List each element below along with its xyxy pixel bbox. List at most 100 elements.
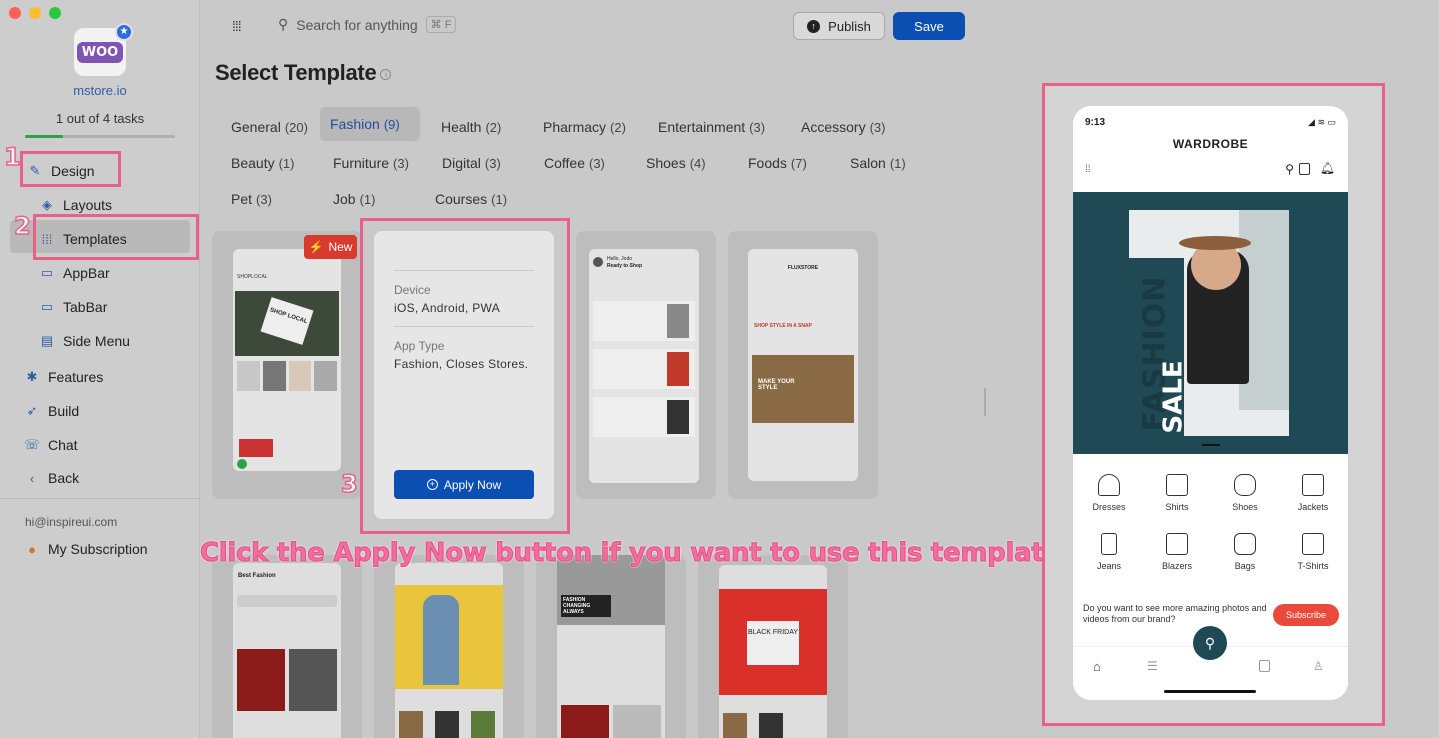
category-label: Digital xyxy=(442,155,481,171)
category-tshirts[interactable]: T-Shirts xyxy=(1283,533,1343,571)
hero-banner[interactable]: FASHION SALE xyxy=(1073,192,1348,454)
my-subscription-link[interactable]: ● My Subscription xyxy=(24,541,148,557)
status-time: 9:13 xyxy=(1085,117,1106,128)
panel-resize-handle[interactable] xyxy=(984,388,986,416)
category-furniture[interactable]: Furniture (3) xyxy=(323,149,419,177)
publish-label: Publish xyxy=(828,18,871,34)
category-label: Beauty xyxy=(231,155,275,171)
search-fab[interactable]: ⚲ xyxy=(1193,626,1227,660)
category-label: General xyxy=(231,119,281,135)
tasks-progress-bar xyxy=(25,135,175,138)
promo-text: Do you want to see more amazing photos a… xyxy=(1083,603,1267,624)
template-card-best-fashion[interactable]: Best Fashion xyxy=(212,555,362,738)
sidebar-item-back[interactable]: ‹ Back xyxy=(24,470,79,486)
bell-icon[interactable]: 🔔︎ xyxy=(1320,161,1335,175)
category-foods[interactable]: Foods (7) xyxy=(738,149,817,177)
window-controls xyxy=(9,7,61,19)
category-shoes[interactable]: Shoes xyxy=(1215,474,1275,512)
store-name[interactable]: mstore.io xyxy=(0,83,200,98)
template-card-shoplocal[interactable]: SHOPLOCAL SHOP LOCAL xyxy=(212,231,362,499)
category-count: (3) xyxy=(869,120,886,135)
template-brand: FLUXSTORE xyxy=(787,265,819,271)
category-count: (3) xyxy=(393,156,409,171)
template-greeting: Hello, Jodo Ready to Shop xyxy=(607,256,643,269)
zoom-window-button[interactable] xyxy=(49,7,61,19)
step-3-number: 3 xyxy=(340,469,358,499)
store-logo[interactable]: WOO ★ xyxy=(74,23,133,76)
template-card-black-friday[interactable]: BLACK FRIDAY xyxy=(698,555,848,738)
sidebar-item-layouts[interactable]: ◈ Layouts xyxy=(39,197,112,213)
shirt-icon xyxy=(1166,474,1188,496)
sidebar-item-features[interactable]: ✱ Features xyxy=(24,369,104,385)
category-pharmacy[interactable]: Pharmacy (2) xyxy=(533,113,636,141)
apps-grid-icon[interactable]: ⁞⁞⁞ xyxy=(232,18,242,34)
sidebar-item-tabbar[interactable]: ▭ TabBar xyxy=(39,299,108,315)
home-tab-icon[interactable]: ⌂ xyxy=(1093,659,1101,674)
minimize-window-button[interactable] xyxy=(29,7,41,19)
category-label: Salon xyxy=(850,155,886,171)
template-heading: SHOP STYLE IN A SNAP xyxy=(754,323,812,329)
category-jeans[interactable]: Jeans xyxy=(1079,533,1139,571)
menu-grid-icon[interactable]: ⁞⁞ xyxy=(1085,164,1091,175)
sidebar-item-side-menu[interactable]: ▤ Side Menu xyxy=(39,333,130,349)
category-accessory[interactable]: Accessory (3) xyxy=(791,113,895,141)
home-indicator xyxy=(1164,690,1256,693)
category-general[interactable]: General (20) xyxy=(221,113,318,141)
template-preview: Hello, Jodo Ready to Shop xyxy=(589,249,699,483)
category-pet[interactable]: Pet (3) xyxy=(221,185,282,213)
template-sale-sign: BLACK FRIDAY xyxy=(747,621,799,665)
step-2-highlight xyxy=(33,214,199,260)
category-label: Accessory xyxy=(801,119,866,135)
new-badge-label: New xyxy=(328,240,353,254)
category-fashion[interactable]: Fashion (9) xyxy=(320,107,420,141)
tasks-progress-label: 1 out of 4 tasks xyxy=(55,111,145,126)
template-card-fashion-changing[interactable]: FASHION CHANGING ALWAYS xyxy=(536,555,686,738)
profile-tab-icon[interactable]: ♙ xyxy=(1313,659,1324,673)
category-tab-icon[interactable]: ☰ xyxy=(1147,659,1158,673)
close-window-button[interactable] xyxy=(9,7,21,19)
sidebar-item-build[interactable]: ➶ Build xyxy=(24,403,80,419)
search-input[interactable]: Search for anything xyxy=(296,17,417,33)
info-icon[interactable]: i xyxy=(380,68,392,80)
template-card-hello[interactable]: Hello, Jodo Ready to Shop xyxy=(576,231,716,499)
sidebar-item-label: Build xyxy=(48,403,80,419)
category-dresses[interactable]: Dresses xyxy=(1079,474,1139,512)
search-bar[interactable]: ⚲ Search for anything ⌘ F xyxy=(278,16,457,33)
bag-icon[interactable] xyxy=(1299,163,1310,175)
category-health[interactable]: Health (2) xyxy=(431,113,511,141)
category-shirts[interactable]: Shirts xyxy=(1147,474,1207,512)
template-card-fluxstore-2[interactable] xyxy=(374,555,524,738)
category-label: Pharmacy xyxy=(543,119,607,135)
category-digital[interactable]: Digital (3) xyxy=(432,149,511,177)
save-button[interactable]: Save xyxy=(893,12,965,40)
category-courses[interactable]: Courses (1) xyxy=(425,185,517,213)
template-title: Best Fashion xyxy=(238,573,276,579)
sidebar-item-label: TabBar xyxy=(63,299,108,315)
cart-tab-icon[interactable] xyxy=(1259,660,1270,672)
step-1-highlight xyxy=(20,151,121,187)
category-shoes[interactable]: Shoes (4) xyxy=(636,149,716,177)
category-salon[interactable]: Salon (1) xyxy=(840,149,916,177)
category-blazers[interactable]: Blazers xyxy=(1147,533,1207,571)
subscribe-button[interactable]: Subscribe xyxy=(1273,604,1339,626)
woo-logo-text: WOO xyxy=(76,41,124,63)
blazer-icon xyxy=(1166,533,1188,555)
category-count: (3) xyxy=(589,156,605,171)
category-job[interactable]: Job (1) xyxy=(323,185,385,213)
template-preview: FLUXSTORE SHOP STYLE IN A SNAP MAKE YOUR… xyxy=(748,249,858,481)
category-jackets[interactable]: Jackets xyxy=(1283,474,1343,512)
search-icon[interactable]: ⚲ xyxy=(1285,162,1294,176)
category-beauty[interactable]: Beauty (1) xyxy=(221,149,304,177)
sidebar-item-appbar[interactable]: ▭ AppBar xyxy=(39,265,110,281)
category-bags[interactable]: Bags xyxy=(1215,533,1275,571)
sidebar-item-chat[interactable]: ☏ Chat xyxy=(24,437,78,453)
publish-button[interactable]: ↑ Publish xyxy=(793,12,885,40)
category-coffee[interactable]: Coffee (3) xyxy=(534,149,615,177)
fashion-sale-poster: FASHION SALE xyxy=(1129,210,1289,436)
category-entertainment[interactable]: Entertainment (3) xyxy=(648,113,775,141)
category-count: (7) xyxy=(790,156,807,171)
features-icon: ✱ xyxy=(26,369,38,384)
category-label: Coffee xyxy=(544,155,585,171)
category-count: (1) xyxy=(491,192,508,207)
template-card-fluxstore[interactable]: FLUXSTORE SHOP STYLE IN A SNAP MAKE YOUR… xyxy=(728,231,878,499)
